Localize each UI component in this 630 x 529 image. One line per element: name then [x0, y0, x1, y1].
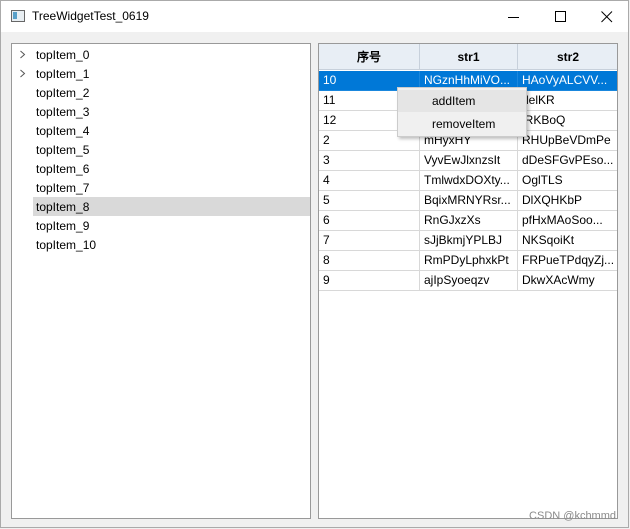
cell-str1[interactable]: VyvEwJlxnzsIt: [420, 151, 518, 171]
tree-item[interactable]: topItem_10: [12, 235, 310, 254]
tree-item-label: topItem_2: [36, 86, 90, 100]
cell-str1[interactable]: sJjBkmjYPLBJ: [420, 231, 518, 251]
cell-index[interactable]: 3: [319, 151, 420, 171]
menu-item-add[interactable]: addItem: [398, 90, 526, 112]
cell-str2[interactable]: pfHxMAoSoo...: [518, 211, 617, 231]
cell-str2[interactable]: dDeSFGvPEso...: [518, 151, 617, 171]
app-icon: [11, 10, 25, 22]
tree-item-label: topItem_3: [36, 105, 90, 119]
tree-item-label: topItem_1: [36, 67, 90, 81]
cell-index[interactable]: 8: [319, 251, 420, 271]
column-header-str2[interactable]: str2: [518, 44, 617, 70]
maximize-icon: [555, 11, 566, 22]
watermark: CSDN @kchmmd: [529, 510, 616, 522]
table-row[interactable]: 4 TmlwdxDOXty... OglTLS: [319, 171, 617, 191]
close-button[interactable]: [584, 1, 630, 32]
tree-item-label: topItem_6: [36, 162, 90, 176]
tree-item[interactable]: topItem_5: [12, 140, 310, 159]
cell-index[interactable]: 7: [319, 231, 420, 251]
chevron-right-icon[interactable]: [19, 69, 27, 78]
tree-item[interactable]: topItem_3: [12, 102, 310, 121]
tree-item-label: topItem_9: [36, 219, 90, 233]
cell-str2[interactable]: FRPueTPdqyZj...: [518, 251, 617, 271]
tree-item[interactable]: topItem_2: [12, 83, 310, 102]
table-row[interactable]: 7 sJjBkmjYPLBJ NKSqoiKt: [319, 231, 617, 251]
maximize-button[interactable]: [538, 1, 584, 32]
table-row[interactable]: 9 ajIpSyoeqzv DkwXAcWmy: [319, 271, 617, 291]
title-bar[interactable]: TreeWidgetTest_0619: [1, 1, 628, 32]
context-menu: addItem removeItem: [397, 87, 527, 137]
chevron-right-icon[interactable]: [19, 50, 27, 59]
column-header-index[interactable]: 序号: [319, 44, 420, 70]
menu-item-remove[interactable]: removeItem: [398, 113, 526, 135]
column-header-str1[interactable]: str1: [420, 44, 518, 70]
table-row[interactable]: 5 BqixMRNYRsr... DlXQHKbP: [319, 191, 617, 211]
minimize-icon: [508, 17, 519, 18]
window-title: TreeWidgetTest_0619: [32, 9, 149, 23]
tree-item-label: topItem_4: [36, 124, 90, 138]
tree-item-label: topItem_7: [36, 181, 90, 195]
cell-str1[interactable]: BqixMRNYRsr...: [420, 191, 518, 211]
tree-item[interactable]: topItem_0: [12, 45, 310, 64]
table-row[interactable]: 3 VyvEwJlxnzsIt dDeSFGvPEso...: [319, 151, 617, 171]
cell-index[interactable]: 5: [319, 191, 420, 211]
close-icon: [601, 11, 613, 23]
cell-str2[interactable]: delKR: [518, 91, 617, 111]
table-row[interactable]: 8 RmPDyLphxkPt FRPueTPdqyZj...: [319, 251, 617, 271]
tree-item[interactable]: topItem_4: [12, 121, 310, 140]
table-row[interactable]: 6 RnGJxzXs pfHxMAoSoo...: [319, 211, 617, 231]
tree-item-label: topItem_10: [36, 238, 97, 252]
tree-item[interactable]: topItem_8: [12, 197, 310, 216]
table-header: 序号 str1 str2: [319, 44, 617, 70]
tree-item[interactable]: topItem_1: [12, 64, 310, 83]
cell-index[interactable]: 9: [319, 271, 420, 291]
cell-str2[interactable]: OglTLS: [518, 171, 617, 191]
cell-str1[interactable]: ajIpSyoeqzv: [420, 271, 518, 291]
cell-str1[interactable]: TmlwdxDOXty...: [420, 171, 518, 191]
tree-item-label: topItem_5: [36, 143, 90, 157]
cell-str2[interactable]: RHUpBeVDmPe: [518, 131, 617, 151]
minimize-button[interactable]: [491, 1, 537, 32]
cell-str2[interactable]: lRKBoQ: [518, 111, 617, 131]
tree-item[interactable]: topItem_7: [12, 178, 310, 197]
cell-str2[interactable]: HAoVyALCVV...: [518, 71, 617, 91]
tree-item[interactable]: topItem_6: [12, 159, 310, 178]
tree-item[interactable]: topItem_9: [12, 216, 310, 235]
tree-item-label: topItem_0: [36, 48, 90, 62]
cell-str1[interactable]: RnGJxzXs: [420, 211, 518, 231]
cell-index[interactable]: 6: [319, 211, 420, 231]
tree-item-label: topItem_8: [36, 200, 90, 214]
cell-str2[interactable]: DlXQHKbP: [518, 191, 617, 211]
cell-str2[interactable]: NKSqoiKt: [518, 231, 617, 251]
cell-str2[interactable]: DkwXAcWmy: [518, 271, 617, 291]
cell-str1[interactable]: RmPDyLphxkPt: [420, 251, 518, 271]
tree-widget[interactable]: topItem_0 topItem_1 topItem_2 topItem_3 topI…: [11, 43, 311, 519]
cell-index[interactable]: 4: [319, 171, 420, 191]
